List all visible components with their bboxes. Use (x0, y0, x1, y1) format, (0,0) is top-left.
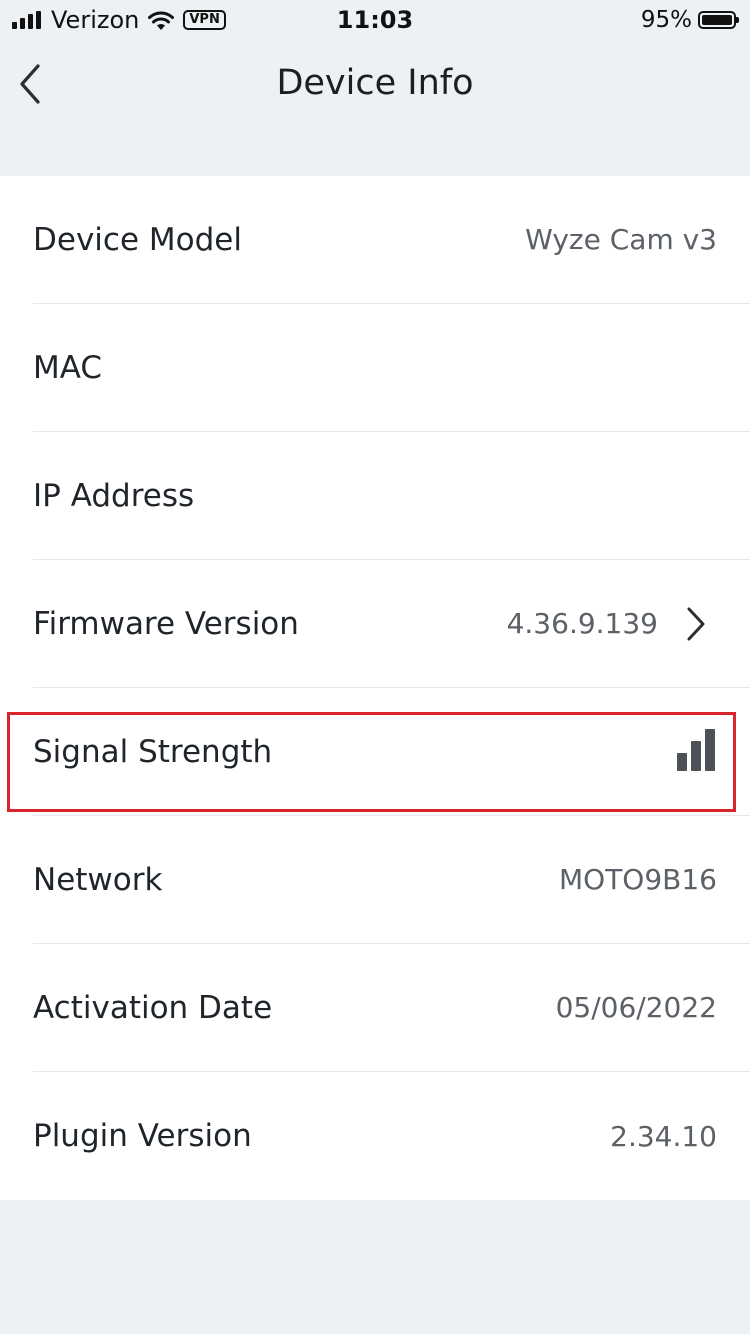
row-label: Device Model (33, 221, 242, 258)
row-label: MAC (33, 349, 103, 386)
signal-strength-icon (677, 729, 715, 771)
row-signal-strength: Signal Strength (33, 688, 750, 816)
row-activation-date: Activation Date 05/06/2022 (33, 944, 750, 1072)
battery-nub (736, 17, 739, 23)
row-ip-address: IP Address (33, 432, 750, 560)
signal-bar (677, 753, 687, 771)
battery-percent: 95% (640, 7, 692, 33)
chevron-right-icon (687, 607, 705, 641)
row-firmware-version[interactable]: Firmware Version 4.36.9.139 (33, 560, 750, 688)
page-title: Device Info (276, 63, 474, 103)
row-value: MOTO9B16 (559, 863, 717, 896)
status-right: 95% (640, 6, 739, 34)
signal-bar (691, 741, 701, 771)
battery-icon (698, 11, 739, 29)
row-label: Plugin Version (33, 1118, 252, 1154)
row-device-model: Device Model Wyze Cam v3 (33, 176, 750, 304)
row-label: Firmware Version (33, 605, 299, 642)
signal-bar (705, 729, 715, 771)
row-label: Network (33, 861, 163, 898)
status-time: 11:03 (336, 6, 414, 34)
row-network: Network MOTO9B16 (33, 816, 750, 944)
row-mac: MAC (33, 304, 750, 432)
row-label: IP Address (33, 477, 195, 514)
row-value: 4.36.9.139 (506, 607, 658, 640)
status-bar: Verizon VPN 11:03 95% (0, 0, 750, 40)
navigation-bar: Device Info (0, 40, 750, 128)
row-value: 05/06/2022 (555, 991, 717, 1024)
battery-fill (702, 15, 732, 25)
row-value: Wyze Cam v3 (525, 223, 717, 256)
row-label: Activation Date (33, 989, 273, 1026)
row-value: 2.34.10 (610, 1119, 717, 1153)
device-info-list: Device Model Wyze Cam v3 MAC IP Address … (0, 176, 750, 1200)
row-plugin-version: Plugin Version 2.34.10 (33, 1072, 750, 1200)
row-label: Signal Strength (33, 733, 273, 770)
